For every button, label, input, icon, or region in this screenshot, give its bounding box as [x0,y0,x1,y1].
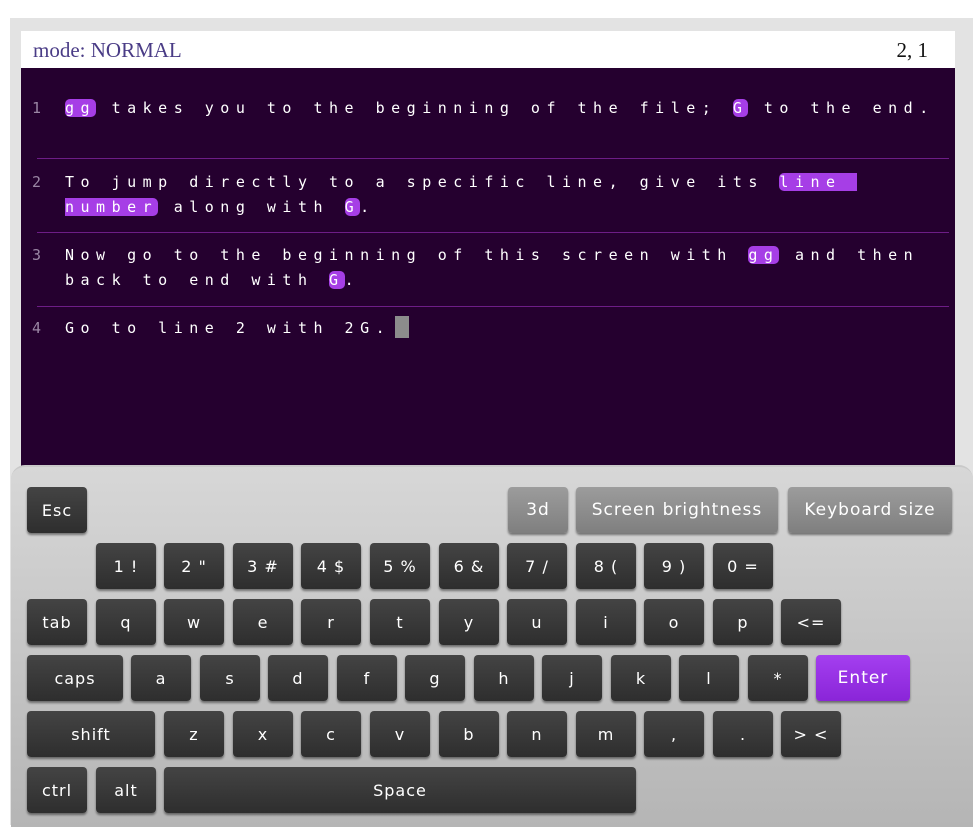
angle-brackets-key[interactable]: > < [781,711,841,757]
key-u[interactable]: u [507,599,567,645]
line-text-segment: . [360,198,376,216]
key-l[interactable]: l [679,655,739,701]
line-separator [37,232,949,233]
key-1[interactable]: 1 ! [96,543,156,589]
key-6[interactable]: 6 & [439,543,499,589]
line-number: 4 [32,319,42,337]
key-a[interactable]: a [131,655,191,701]
screen-brightness-button[interactable]: Screen brightness [576,487,778,533]
line-number: 2 [32,173,42,191]
key-9[interactable]: 9 ) [644,543,704,589]
command-highlight: G [344,198,361,216]
shift-key[interactable]: shift [27,711,155,757]
key-w[interactable]: w [164,599,224,645]
key-x[interactable]: x [233,711,293,757]
key-8[interactable]: 8 ( [576,543,636,589]
line-number: 3 [32,246,42,264]
key-2[interactable]: 2 " [164,543,224,589]
command-highlight: G [732,99,749,117]
caps-key[interactable]: caps [27,655,123,701]
line-separator [37,306,949,307]
key-i[interactable]: i [576,599,636,645]
tab-key[interactable]: tab [27,599,87,645]
key-s[interactable]: s [200,655,260,701]
line-text-segment: . [344,271,361,289]
command-highlight: G [329,271,345,289]
line-text: gg takes you to the beginning of the fil… [65,96,935,121]
key-c[interactable]: c [301,711,361,757]
text-cursor [395,316,410,338]
key-m[interactable]: m [576,711,636,757]
key-r[interactable]: r [301,599,361,645]
status-bar: mode: NORMAL 2, 1 [21,31,955,68]
key-o[interactable]: o [644,599,704,645]
line-text-segment: Now go to the beginning of this screen w… [65,246,749,264]
key-v[interactable]: v [370,711,430,757]
line-number: 1 [32,99,42,117]
line-text-segment: along with [158,198,345,216]
virtual-keyboard: Esc 3d Screen brightness Keyboard size 1… [11,465,973,827]
3d-toggle-button[interactable]: 3d [508,487,568,533]
mode-indicator: mode: NORMAL [33,38,182,62]
editor-pane[interactable]: 1 gg takes you to the beginning of the f… [21,68,955,488]
key-0[interactable]: 0 = [713,543,773,589]
key-d[interactable]: d [268,655,328,701]
key-h[interactable]: h [474,655,534,701]
line-text-segment: Go to line 2 with 2G. [65,319,392,337]
cursor-position: 2, 1 [896,38,929,62]
key-y[interactable]: y [439,599,499,645]
alt-key[interactable]: alt [96,767,156,813]
space-key[interactable]: Space [164,767,636,813]
key-period[interactable]: . [713,711,773,757]
enter-key[interactable]: Enter [816,655,910,701]
line-separator [37,158,949,159]
key-5[interactable]: 5 % [370,543,430,589]
key-f[interactable]: f [337,655,397,701]
key-7[interactable]: 7 / [507,543,567,589]
keyboard-size-button[interactable]: Keyboard size [788,487,952,533]
key-b[interactable]: b [439,711,499,757]
ctrl-key[interactable]: ctrl [27,767,87,813]
backspace-key[interactable]: <= [781,599,841,645]
line-text: Now go to the beginning of this screen w… [65,243,935,293]
line-text-segment: takes you to the beginning of the file; [96,99,733,117]
key-k[interactable]: k [611,655,671,701]
key-q[interactable]: q [96,599,156,645]
key-n[interactable]: n [507,711,567,757]
key-4[interactable]: 4 $ [301,543,361,589]
key-z[interactable]: z [164,711,224,757]
line-text: Go to line 2 with 2G. [65,316,935,341]
key-j[interactable]: j [542,655,602,701]
key-p[interactable]: p [713,599,773,645]
key-3[interactable]: 3 # [233,543,293,589]
esc-key[interactable]: Esc [27,487,87,533]
line-text-segment: To jump directly to a specific line, giv… [65,173,780,191]
command-highlight: gg [65,99,97,117]
key-t[interactable]: t [370,599,430,645]
key-g[interactable]: g [405,655,465,701]
line-text: To jump directly to a specific line, giv… [65,170,935,220]
key-asterisk[interactable]: * [748,655,808,701]
command-highlight: gg [748,246,780,264]
line-text-segment: to the end. [748,99,935,117]
key-comma[interactable]: , [644,711,704,757]
key-e[interactable]: e [233,599,293,645]
